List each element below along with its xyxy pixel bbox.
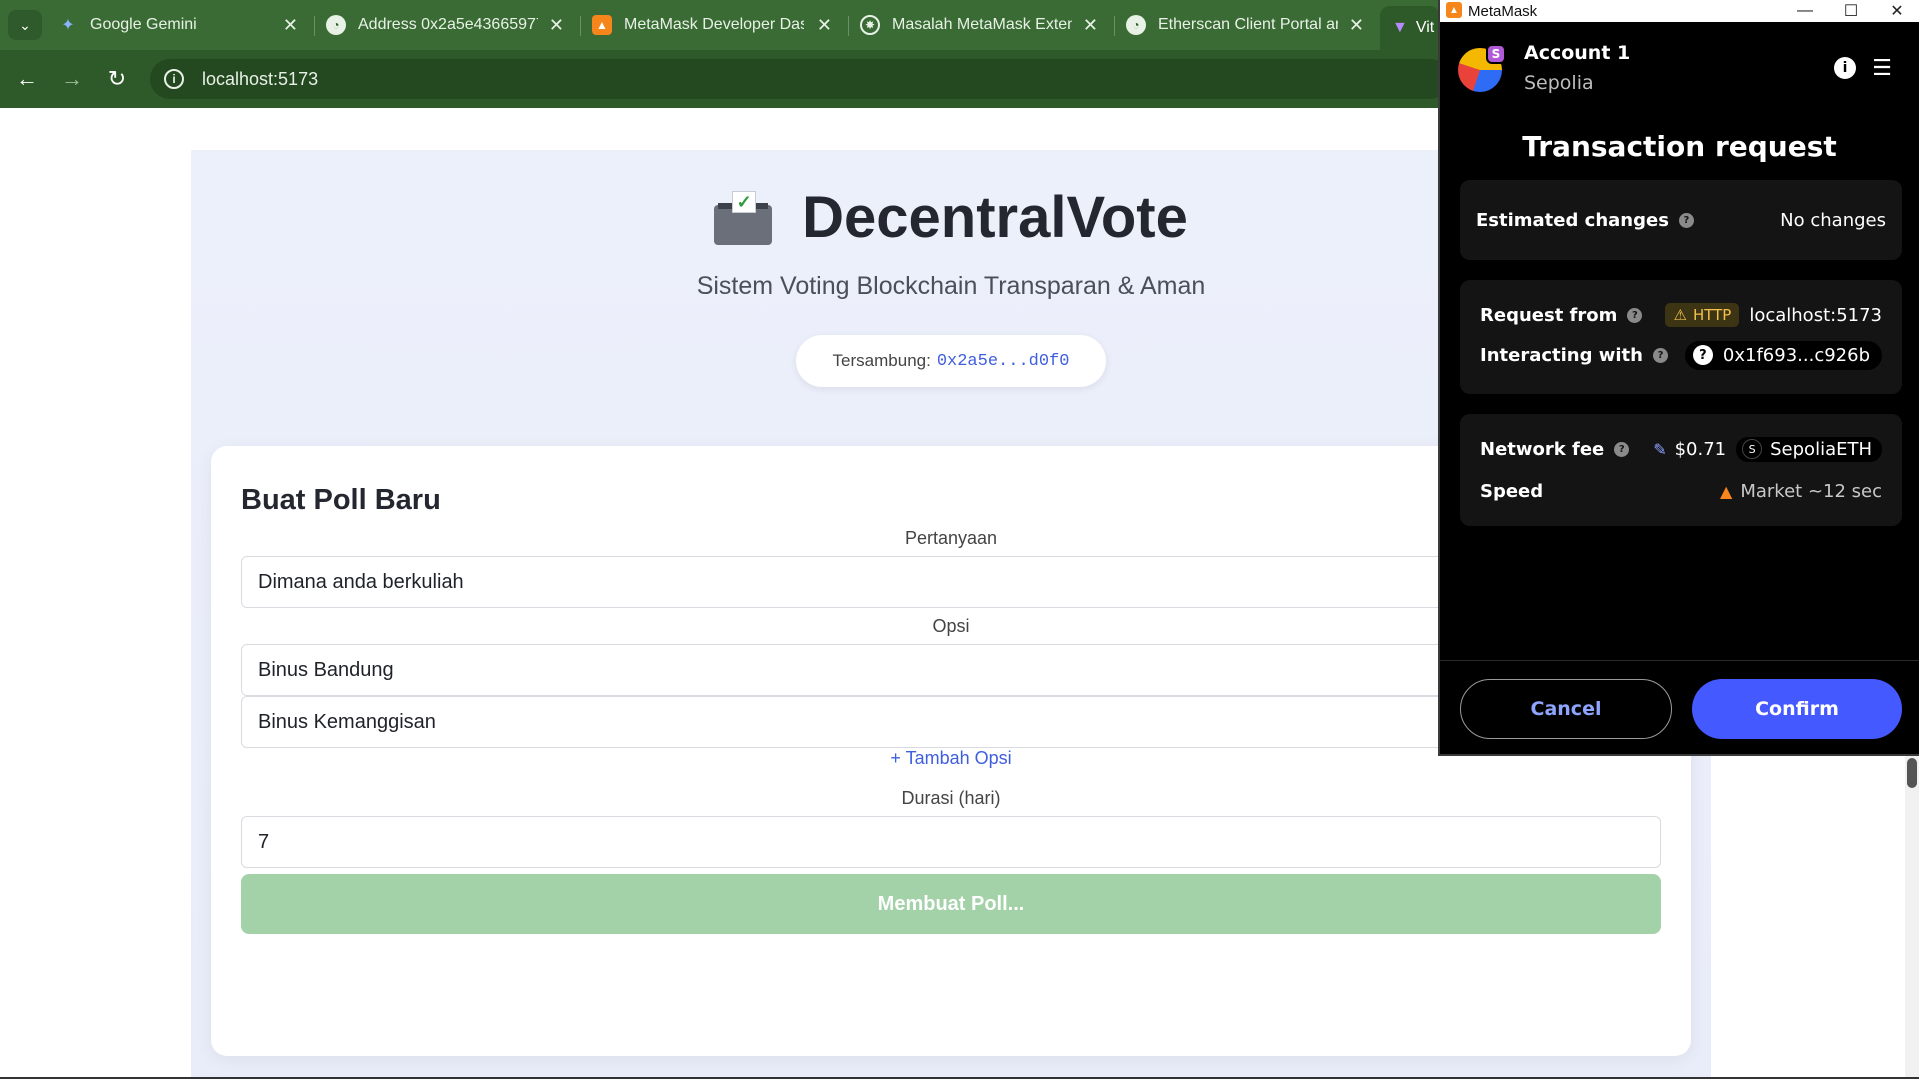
vite-icon: ▼ [1392, 19, 1408, 36]
settings-sliders-icon[interactable]: ☰ [1870, 56, 1894, 81]
tab-divider [314, 16, 315, 36]
close-window-icon[interactable]: ✕ [1874, 0, 1919, 22]
tab-search-chevron-icon[interactable]: ⌄ [8, 10, 42, 40]
card-title: Buat Poll Baru [241, 484, 441, 516]
help-icon[interactable]: ? [1652, 347, 1668, 363]
network-fee-value: $0.71 [1674, 438, 1727, 460]
address-bar[interactable]: i localhost:5173 [150, 59, 1450, 99]
request-details-panel: Request from? ⚠ HTTP localhost:5173 Inter… [1460, 280, 1902, 394]
option-input-2[interactable]: Binus Kemanggisan [241, 696, 1621, 748]
network-name: Sepolia [1524, 72, 1594, 94]
estimated-changes-row: Estimated changes? No changes [1476, 205, 1886, 235]
scrollbar-thumb[interactable] [1907, 758, 1917, 788]
etherscan-icon: ◔ [1126, 15, 1146, 35]
help-icon[interactable]: ? [1678, 212, 1694, 228]
window-title: MetaMask [1468, 2, 1538, 20]
close-tab-icon[interactable]: ✕ [283, 15, 298, 36]
option-input-1[interactable]: Binus Bandung [241, 644, 1621, 696]
network-fee-label: Network fee [1480, 438, 1605, 460]
interacting-with-value: 0x1f693...c926b [1722, 344, 1870, 366]
network-fee-token: SepoliaETH [1770, 438, 1872, 460]
tab-masalah-metamask[interactable]: ✸ Masalah MetaMask Extensi ✕ [860, 8, 1098, 42]
duration-label: Durasi (hari) [901, 788, 1001, 808]
connected-label: Tersambung: [832, 351, 931, 370]
close-tab-icon[interactable]: ✕ [1083, 15, 1098, 36]
metamask-icon: ▲ [592, 15, 612, 35]
http-badge-label: HTTP [1692, 306, 1732, 324]
metamask-footer: Cancel Confirm [1440, 660, 1919, 756]
openai-icon: ✸ [860, 15, 880, 35]
minimize-icon[interactable]: — [1782, 0, 1828, 22]
close-tab-icon[interactable]: ✕ [1349, 15, 1364, 36]
app-name: DecentralVote [802, 185, 1188, 250]
close-tab-icon[interactable]: ✕ [549, 15, 564, 36]
request-from-row: Request from? ⚠ HTTP localhost:5173 [1480, 300, 1882, 330]
fox-icon: ▲ [1720, 481, 1733, 501]
tab-google-gemini[interactable]: ✦ Google Gemini ✕ [58, 8, 298, 42]
info-icon[interactable]: i [1834, 57, 1856, 79]
account-name[interactable]: Account 1 [1524, 42, 1630, 64]
tab-divider [848, 16, 849, 36]
estimated-changes-label: Estimated changes [1476, 209, 1669, 231]
tab-title: Vit [1415, 19, 1435, 36]
confirm-button[interactable]: Confirm [1692, 679, 1902, 739]
site-info-icon[interactable]: i [164, 69, 184, 89]
speed-value: Market ~12 sec [1740, 480, 1882, 502]
tab-title: MetaMask Developer Dash [624, 16, 804, 33]
ballot-box-icon: ✓ [714, 190, 773, 245]
estimated-changes-panel: Estimated changes? No changes [1460, 180, 1902, 260]
warning-icon: ⚠ [1673, 306, 1687, 324]
http-warning-badge[interactable]: ⚠ HTTP [1665, 303, 1740, 327]
tab-metamask-developer[interactable]: ▲ MetaMask Developer Dash ✕ [592, 8, 832, 42]
tab-etherscan-portal[interactable]: ◔ Etherscan Client Portal and ✕ [1126, 8, 1364, 42]
tab-title: Google Gemini [90, 16, 197, 33]
gemini-icon: ✦ [61, 17, 75, 34]
help-icon[interactable]: ? [1614, 441, 1630, 457]
speed-label: Speed [1480, 480, 1544, 502]
tab-active-vite[interactable]: ▼ Vit [1380, 6, 1440, 50]
request-from-value: localhost:5173 [1749, 304, 1882, 326]
sepolia-token-icon: S [1742, 439, 1763, 459]
create-poll-button[interactable]: Membuat Poll... [241, 874, 1661, 934]
interacting-with-label: Interacting with [1480, 344, 1643, 366]
network-fee-row: Network fee? ✎ $0.71 S SepoliaETH [1480, 434, 1882, 464]
url-text: localhost:5173 [202, 68, 319, 89]
tab-title: Address 0x2a5e43665977d [358, 16, 538, 33]
request-from-label: Request from [1480, 304, 1618, 326]
tab-title: Etherscan Client Portal and [1158, 16, 1338, 33]
etherscan-icon: ◔ [326, 15, 346, 35]
tab-divider [580, 16, 581, 36]
metamask-titlebar: ▲ MetaMask — ☐ ✕ [1440, 0, 1919, 22]
transaction-heading: Transaction request [1522, 130, 1837, 163]
speed-row: Speed ▲ Market ~12 sec [1480, 476, 1882, 506]
duration-input[interactable]: 7 [241, 816, 1661, 868]
wallet-connected-badge: Tersambung: 0x2a5e...d0f0 [796, 335, 1106, 387]
back-arrow-icon[interactable]: ← [12, 64, 42, 94]
connected-address: 0x2a5e...d0f0 [936, 351, 1070, 371]
metamask-fox-icon: ▲ [1446, 2, 1462, 18]
tab-title: Masalah MetaMask Extensi [892, 16, 1072, 33]
close-tab-icon[interactable]: ✕ [817, 15, 832, 36]
tab-address[interactable]: ◔ Address 0x2a5e43665977d ✕ [326, 8, 564, 42]
estimated-changes-value: No changes [1780, 209, 1886, 231]
tab-divider [1114, 16, 1115, 36]
edit-fee-icon[interactable]: ✎ [1653, 440, 1666, 459]
unknown-contract-icon: ? [1692, 345, 1713, 365]
token-pill: S SepoliaETH [1736, 436, 1882, 462]
network-badge: S [1486, 44, 1506, 64]
fee-panel: Network fee? ✎ $0.71 S SepoliaETH Speed … [1460, 414, 1902, 526]
maximize-icon[interactable]: ☐ [1828, 0, 1874, 22]
cancel-button[interactable]: Cancel [1460, 679, 1672, 739]
contract-address-pill[interactable]: ? 0x1f693...c926b [1684, 340, 1882, 370]
interacting-with-row: Interacting with? ? 0x1f693...c926b [1480, 340, 1882, 370]
help-icon[interactable]: ? [1627, 307, 1643, 323]
metamask-popup: ▲ MetaMask — ☐ ✕ S Account 1 Sepolia i ☰… [1438, 0, 1919, 756]
forward-arrow-icon[interactable]: → [57, 64, 87, 94]
reload-icon[interactable]: ↻ [102, 64, 132, 94]
